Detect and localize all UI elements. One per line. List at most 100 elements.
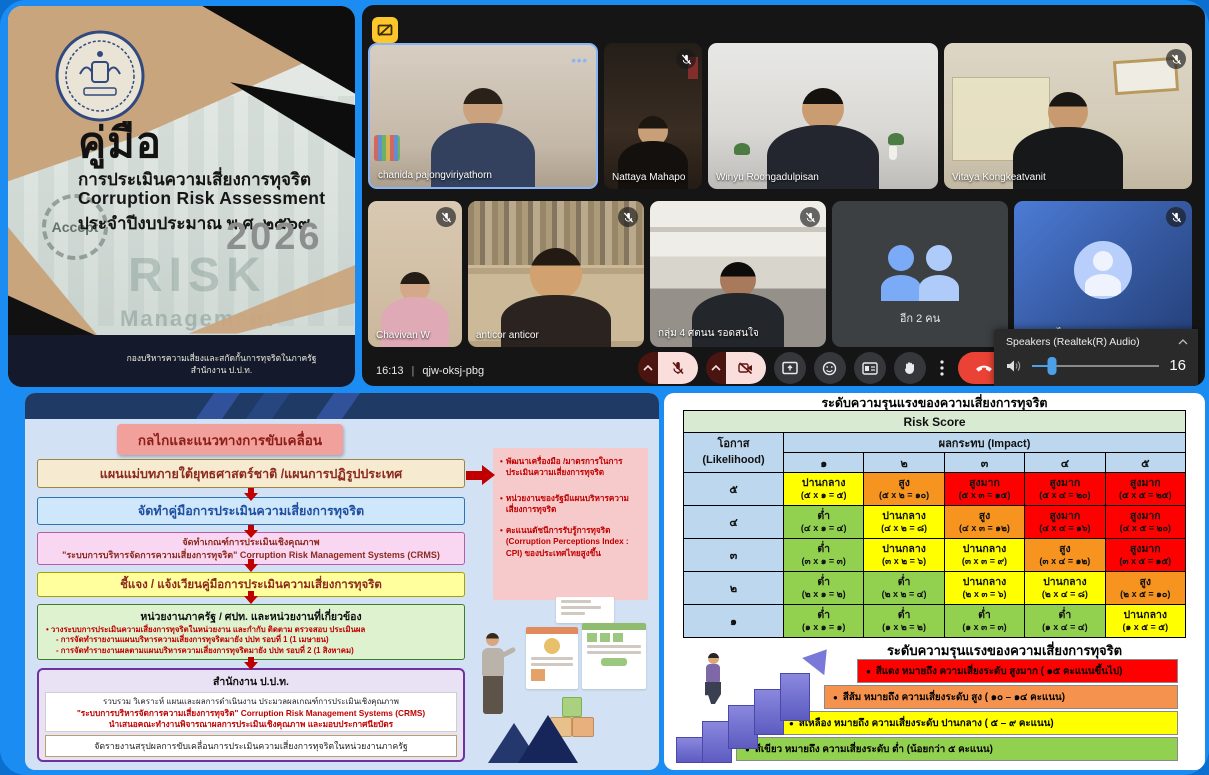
video-tile-vitaya[interactable]: Vitaya Kongkeatvanit — [944, 43, 1192, 189]
volume-slider[interactable] — [1032, 365, 1159, 367]
matrix-cell: ปานกลาง(๒ x ๔ = ๘) — [1025, 572, 1105, 605]
presenter-person — [478, 633, 518, 733]
illustration-panel — [556, 597, 614, 623]
matrix-cell: ต่ำ(๑ x ๔ = ๔) — [1025, 605, 1105, 638]
likelihood-cell: ๒ — [684, 572, 784, 605]
risk-matrix-table: Risk Score โอกาส (Likelihood) ผลกระทบ (I… — [683, 410, 1186, 638]
meeting-window: ••• chanida pajongviriyathorn Nattaya Ma… — [362, 5, 1205, 386]
desk-pens — [374, 135, 400, 161]
matrix-cell: ต่ำ(๓ x ๑ = ๓) — [784, 539, 864, 572]
cover-year: 2026 — [226, 216, 323, 259]
mic-off-button[interactable] — [658, 352, 698, 384]
video-tile-chavivan[interactable]: Chavivan W — [368, 201, 462, 347]
mic-off-icon — [671, 361, 685, 375]
video-tile-winyu[interactable]: Winyu Roongadulpisan — [708, 43, 938, 189]
volume-slider-thumb[interactable] — [1048, 357, 1057, 375]
agencies-bullet: • วางระบบการประเมินความเสี่ยงการทุจริตใน… — [46, 625, 365, 636]
matrix-cell: ต่ำ(๔ x ๑ = ๔) — [784, 506, 864, 539]
divider: | — [412, 365, 415, 377]
plant-decor — [734, 143, 750, 155]
risk-score-header: Risk Score — [684, 411, 1186, 433]
matrix-cell: ปานกลาง(๓ x ๒ = ๖) — [864, 539, 944, 572]
stairs-illustration — [674, 645, 849, 765]
likelihood-header: โอกาส (Likelihood) — [684, 433, 784, 473]
mic-options-chevron[interactable] — [638, 352, 658, 384]
matrix-cell: สูง(๔ x ๓ = ๑๒) — [944, 506, 1024, 539]
video-tile-chanida[interactable]: ••• chanida pajongviriyathorn — [368, 43, 598, 189]
matrix-cell: ปานกลาง(๕ x ๑ = ๕) — [784, 473, 864, 506]
flow-box-national-plan: แผนแม่บทภายใต้ยุทธศาสตร์ชาติ /แผนการปฏิร… — [37, 459, 465, 488]
cover-footer: กองบริหารความเสี่ยงและสกัดกั้นการทุจริตใ… — [98, 352, 345, 378]
flow-box-manual: จัดทำคู่มือการประเมินความเสี่ยงการทุจริต — [37, 497, 465, 525]
criteria-line1: จัดทำเกณฑ์การประเมินเชิงคุณภาพ — [182, 536, 319, 548]
raise-hand-button[interactable] — [894, 352, 926, 384]
meeting-info: 16:13 | qjw-oksj-pbg — [376, 365, 484, 377]
matrix-cell: ปานกลาง(๔ x ๒ = ๘) — [864, 506, 944, 539]
matrix-row: ๓ต่ำ(๓ x ๑ = ๓)ปานกลาง(๓ x ๒ = ๖)ปานกลาง… — [684, 539, 1186, 572]
arrow-down — [244, 657, 258, 670]
muted-badge — [800, 207, 820, 227]
illustration-panel — [582, 623, 646, 689]
presentation-off-indicator[interactable] — [372, 17, 398, 43]
cover-footer-line2: สำนักงาน ป.ป.ท. — [98, 364, 345, 377]
more-options-button[interactable] — [934, 352, 950, 384]
video-tile-anticor[interactable]: anticor anticor — [468, 201, 644, 347]
matrix-cell: สูง(๓ x ๔ = ๑๒) — [1025, 539, 1105, 572]
avatar — [1074, 241, 1132, 299]
muted-badge — [618, 207, 638, 227]
impact-col: ๒ — [864, 453, 944, 473]
video-tile-overflow[interactable]: อีก 2 คน — [832, 201, 1008, 347]
cover-footer-line1: กองบริหารความเสี่ยงและสกัดกั้นการทุจริตใ… — [98, 352, 345, 365]
arrow-down — [244, 525, 258, 538]
arrow-down — [244, 591, 258, 604]
more-vertical-icon — [940, 360, 944, 376]
screenshot-collage: Accept RISK Management คู่มือ การประเมิน… — [0, 0, 1209, 775]
arrow-right — [466, 465, 495, 485]
layout-button[interactable] — [854, 352, 886, 384]
speaker-icon[interactable] — [1006, 359, 1022, 373]
legend-bar-orange: ●สีส้ม หมายถึง ความเสี่ยงระดับ สูง ( ๑๐ … — [824, 685, 1178, 709]
participant-name: Chavivan W — [376, 330, 430, 341]
matrix-cell: สูงมาก(๕ x ๓ = ๑๕) — [944, 473, 1024, 506]
meeting-code: qjw-oksj-pbg — [422, 365, 484, 377]
agencies-sub2: - การจัดทำรายงานผลตามแผนบริหารความเสี่ยง… — [46, 646, 354, 657]
illustration-panel — [526, 627, 578, 689]
participant-name: Winyu Roongadulpisan — [716, 172, 819, 183]
audio-device-label: Speakers (Realtek(R) Audio) — [1006, 336, 1140, 348]
arrow-down — [244, 559, 258, 572]
reactions-button[interactable] — [814, 352, 846, 384]
muted-badge — [1166, 49, 1186, 69]
cover-subtitle-en: Corruption Risk Assessment — [78, 188, 325, 209]
camera-off-button[interactable] — [726, 352, 766, 384]
impact-col: ๑ — [784, 453, 864, 473]
matrix-cell: สูง(๕ x ๒ = ๑๐) — [864, 473, 944, 506]
outcome-box: •พัฒนาเครื่องมือ /มาตรการในการประเมินควา… — [493, 448, 648, 600]
two-people-icon: อีก 2 คน — [877, 245, 963, 301]
participant-name: chanida pajongviriyathorn — [378, 170, 492, 181]
layout-icon — [862, 362, 878, 375]
matrix-row: ๒ต่ำ(๒ x ๑ = ๒)ต่ำ(๒ x ๒ = ๔)ปานกลาง(๒ x… — [684, 572, 1186, 605]
flow-box-report: จัดรายงานสรุปผลการขับเคลื่อนการประเมินคว… — [45, 735, 457, 757]
matrix-cell: ต่ำ(๑ x ๑ = ๑) — [784, 605, 864, 638]
climbing-person — [702, 653, 732, 713]
video-tile-group4[interactable]: กลุ่ม 4 ศตนน รอดสนใจ — [650, 201, 826, 347]
matrix-cell: ปานกลาง(๑ x ๕ = ๕) — [1105, 605, 1185, 638]
present-icon — [782, 361, 798, 375]
raise-hand-icon — [903, 361, 917, 376]
agencies-header: หน่วยงานภาครัฐ / ศปท. และหน่วยงานที่เกี่… — [46, 608, 456, 625]
no-presentation-icon — [377, 22, 393, 38]
volume-popup: Speakers (Realtek(R) Audio) 16 — [994, 329, 1198, 386]
present-button[interactable] — [774, 352, 806, 384]
tile-options-icon[interactable]: ••• — [571, 53, 588, 68]
video-tile-avatar[interactable]: นวลจรรไ นตนา — [1014, 201, 1192, 347]
camera-options-chevron[interactable] — [706, 352, 726, 384]
video-tile-nattaya[interactable]: Nattaya Mahapo — [604, 43, 702, 189]
cover-slide: Accept RISK Management คู่มือ การประเมิน… — [8, 6, 355, 387]
matrix-cell: สูงมาก(๕ x ๔ = ๒๐) — [1025, 473, 1105, 506]
collapse-chevron-icon[interactable] — [1178, 339, 1188, 345]
matrix-cell: ต่ำ(๒ x ๑ = ๒) — [784, 572, 864, 605]
matrix-cell: ต่ำ(๑ x ๒ = ๒) — [864, 605, 944, 638]
matrix-cell: สูงมาก(๓ x ๕ = ๑๕) — [1105, 539, 1185, 572]
flow-box-agencies: หน่วยงานภาครัฐ / ศปท. และหน่วยงานที่เกี่… — [37, 604, 465, 660]
outcome-bullet: •พัฒนาเครื่องมือ /มาตรการในการประเมินควา… — [500, 456, 641, 479]
